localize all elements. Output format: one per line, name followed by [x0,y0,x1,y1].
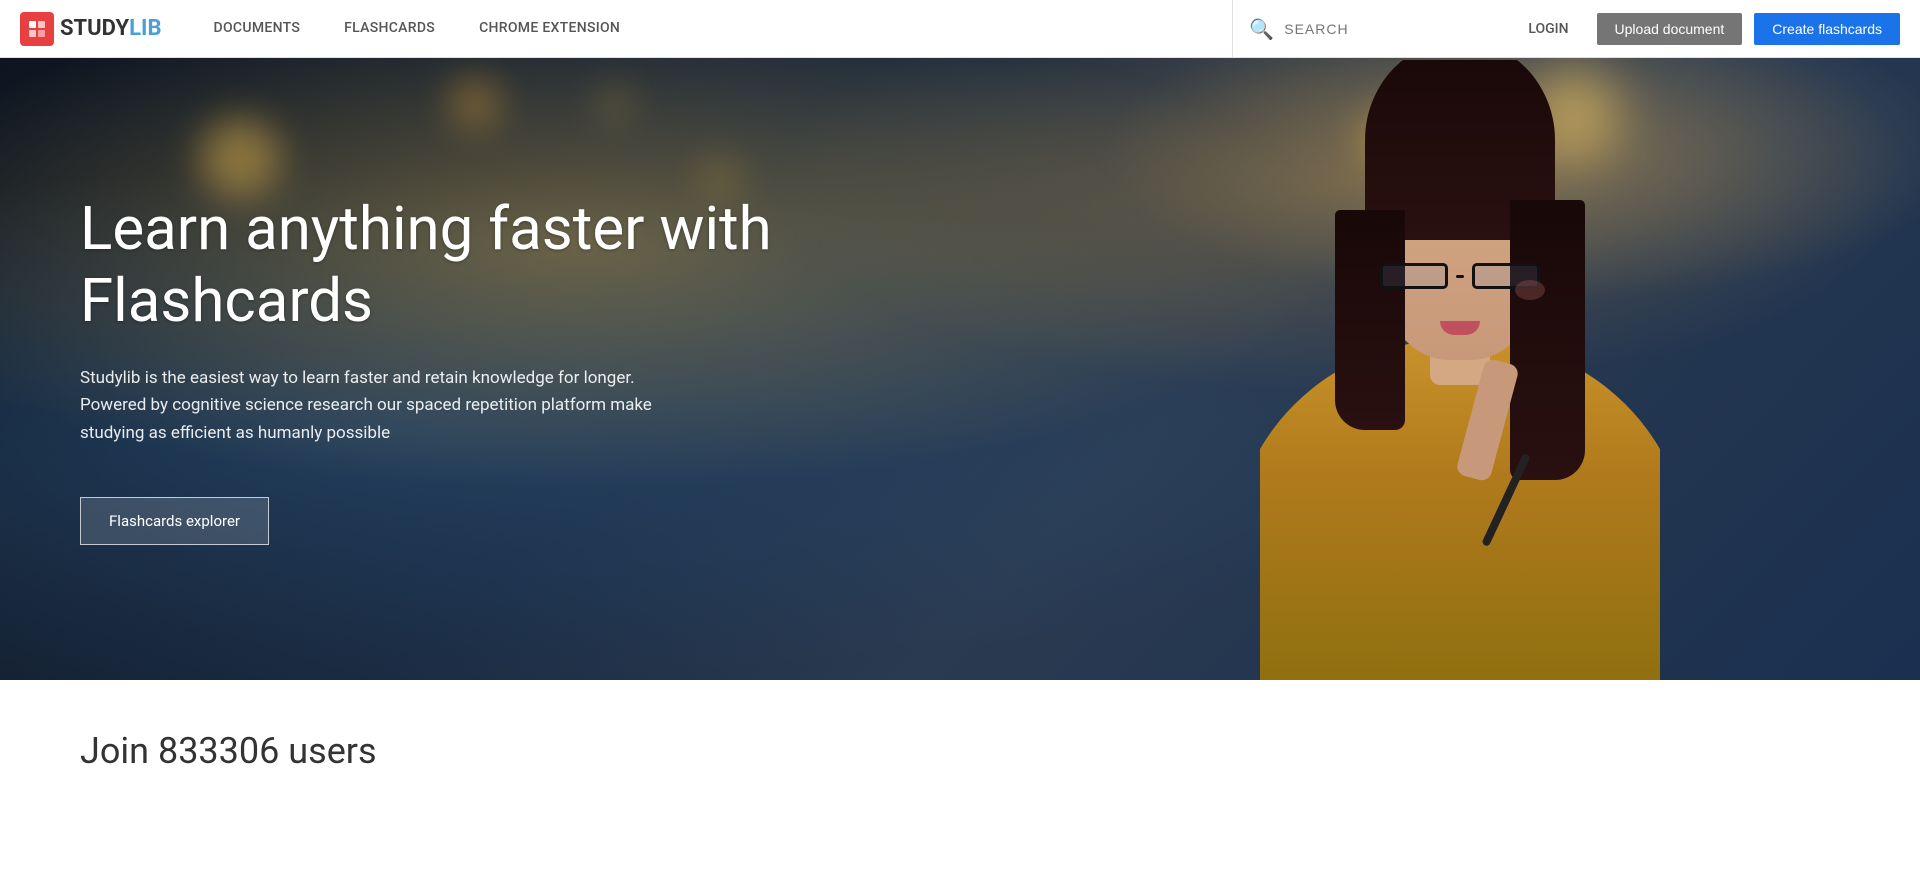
nav-item-flashcards[interactable]: FLASHCARDS [322,0,457,58]
join-users-title: Join 833306 users [80,730,1840,772]
nav-item-chrome-extension[interactable]: CHROME EXTENSION [457,0,642,58]
create-flashcards-button[interactable]: Create flashcards [1754,13,1900,45]
hero-title: Learn anything faster with Flashcards [80,193,780,337]
search-icon[interactable]: 🔍 [1249,17,1274,41]
nav-links: DOCUMENTS FLASHCARDS CHROME EXTENSION [192,0,1233,58]
hero-content: Learn anything faster with Flashcards St… [0,58,860,680]
nav-right: LOGIN Upload document Create flashcards [1512,13,1900,45]
logo[interactable]: STUDYLIB [20,12,162,46]
logo-icon [20,12,54,46]
search-area: 🔍 [1232,0,1512,58]
logo-text: STUDYLIB [60,16,162,41]
nav-item-documents[interactable]: DOCUMENTS [192,0,323,58]
hero-description: Studylib is the easiest way to learn fas… [80,365,700,447]
navbar: STUDYLIB DOCUMENTS FLASHCARDS CHROME EXT… [0,0,1920,58]
hero-person-image [1200,60,1720,680]
flashcards-explorer-button[interactable]: Flashcards explorer [80,497,269,545]
search-input[interactable] [1284,21,1484,37]
hero-section: Learn anything faster with Flashcards St… [0,58,1920,680]
upload-document-button[interactable]: Upload document [1597,13,1743,45]
login-link[interactable]: LOGIN [1512,21,1584,37]
below-hero-section: Join 833306 users [0,680,1920,812]
